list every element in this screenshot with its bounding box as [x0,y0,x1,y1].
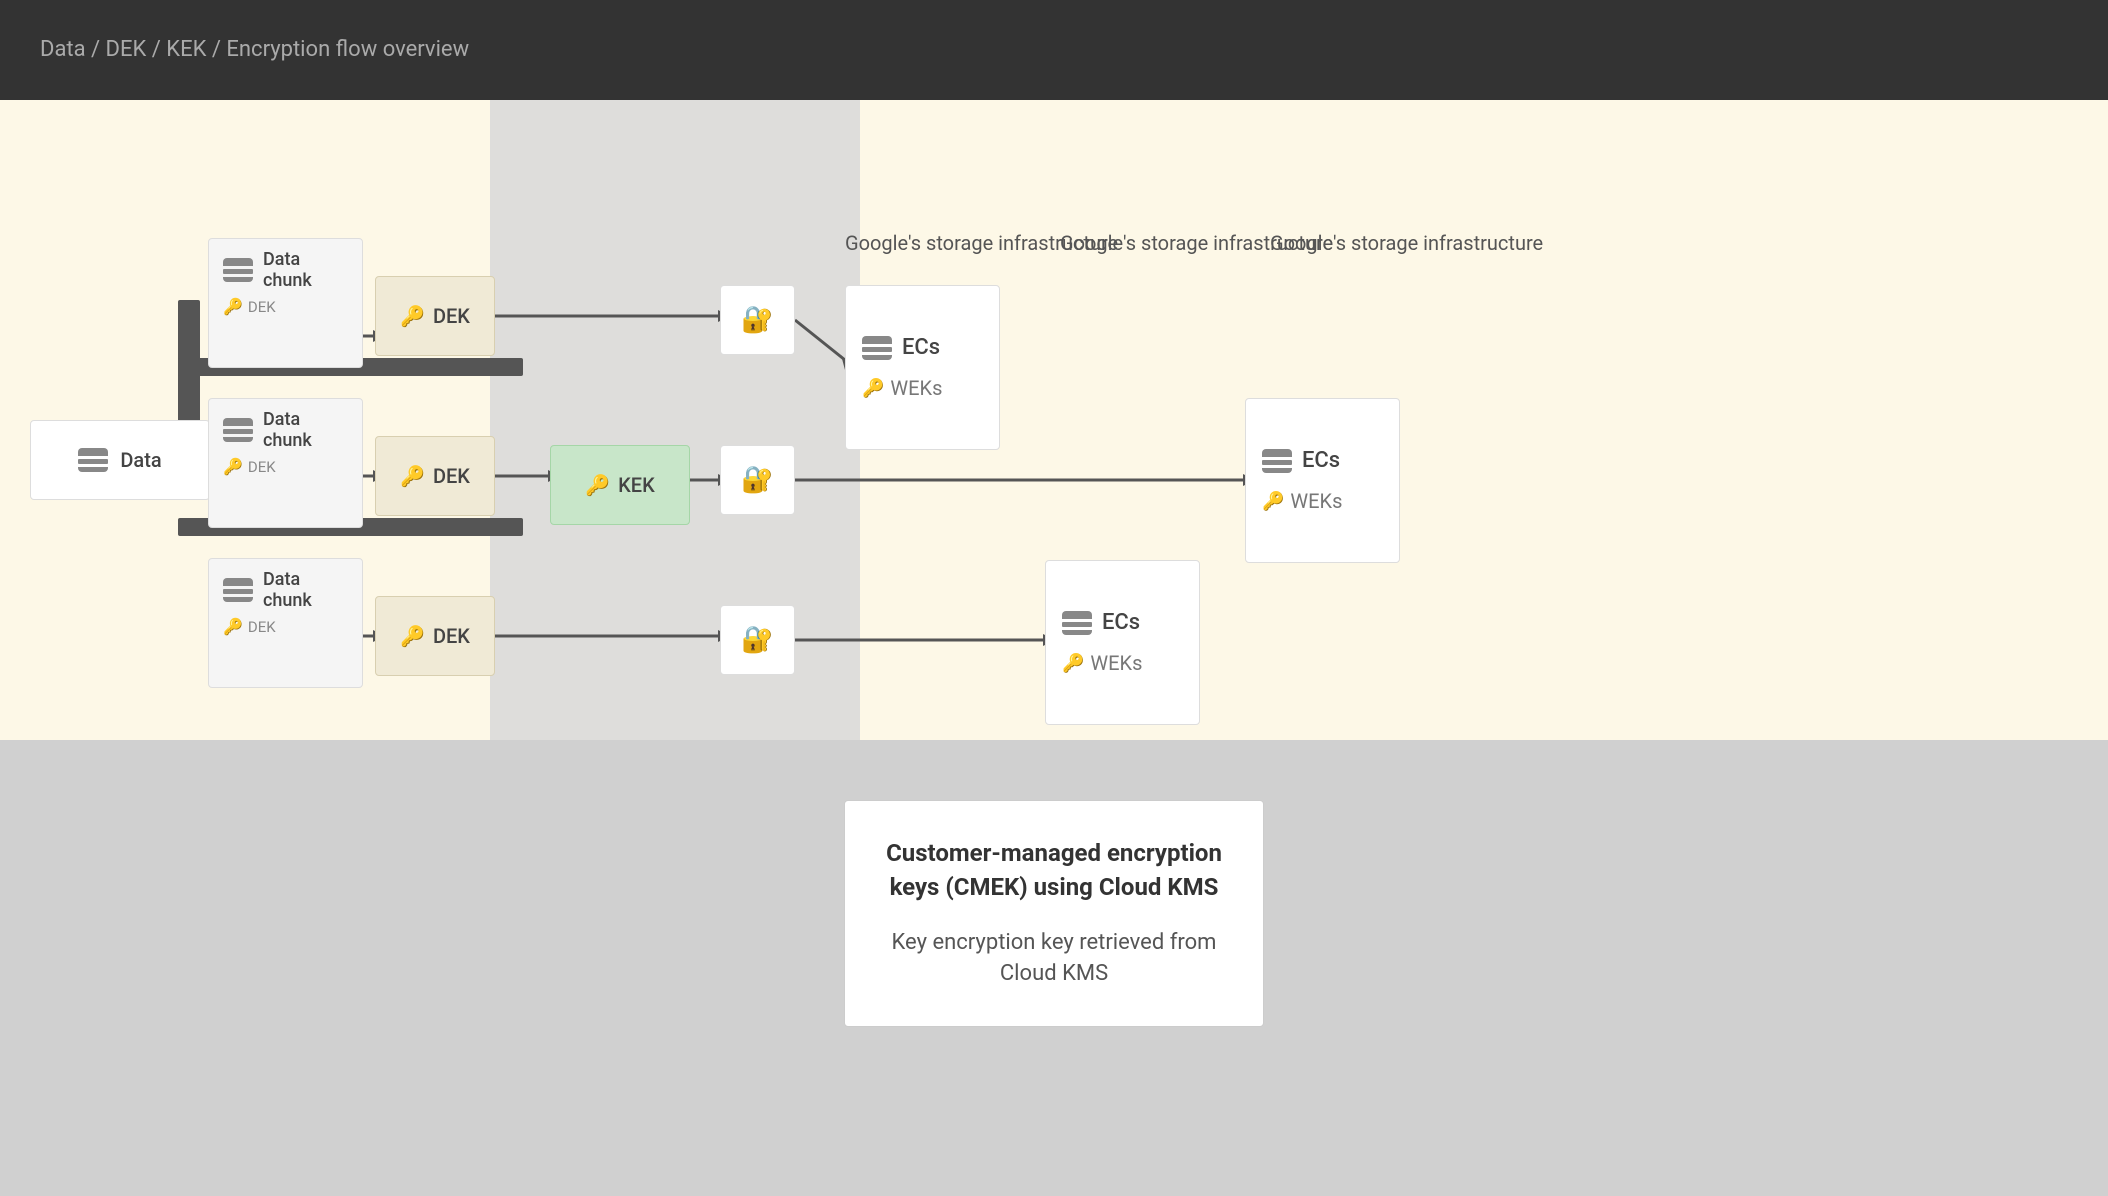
chunk1-db-icon [223,258,253,282]
storage1-key-icon: 🔑 [862,378,884,399]
data-chunk-1: Data chunk 🔑 DEK [208,238,363,368]
storage-box-1: ECs 🔑 WEKs [845,285,1000,450]
info-title: Customer-managed encryption keys (CMEK) … [885,837,1223,904]
chunk2-key-icon: 🔑 [223,457,243,476]
top-bar: Data / DEK / KEK / Encryption flow overv… [0,0,2108,100]
info-box: Customer-managed encryption keys (CMEK) … [844,800,1264,1027]
storage3-ecs: ECs [1062,610,1140,635]
kek-label: KEK [618,473,655,497]
storage3-db-icon [1062,611,1092,635]
dek1-key-icon: 🔑 [400,304,425,328]
ek3-icon: 🔐 [741,625,773,655]
storage1-ecs: ECs [862,335,940,360]
storage-box-2: ECs 🔑 WEKs [1245,398,1400,563]
data-db-icon [78,448,108,472]
chunk2-db-icon [223,418,253,442]
center-panel [490,100,860,740]
storage1-weks: 🔑 WEKs [862,376,942,400]
data-chunk-2: Data chunk 🔑 DEK [208,398,363,528]
enc-key-box-2: 🔐 [720,445,795,515]
chunk3-key-icon: 🔑 [223,617,243,636]
chunk3-db-icon [223,578,253,602]
storage2-db-icon [1262,449,1292,473]
chunk1-title: Data chunk [263,249,348,291]
chunk3-sub: 🔑 DEK [223,617,348,636]
data-chunk-3: Data chunk 🔑 DEK [208,558,363,688]
storage2-weks: 🔑 WEKs [1262,489,1342,513]
ek2-icon: 🔐 [741,465,773,495]
dek2-key-icon: 🔑 [400,464,425,488]
enc-key-box-3: 🔐 [720,605,795,675]
data-node-label: Data [120,448,161,472]
dek-box-3: 🔑 DEK [375,596,495,676]
kek-box: 🔑 KEK [550,445,690,525]
bottom-info-bar: Customer-managed encryption keys (CMEK) … [0,740,2108,1196]
storage-box-3: ECs 🔑 WEKs [1045,560,1200,725]
storage2-ecs: ECs [1262,448,1340,473]
main-diagram-area: Data Data chunk 🔑 DEK Data chunk 🔑 DEK [0,100,2108,740]
dek3-key-icon: 🔑 [400,624,425,648]
chunk2-title: Data chunk [263,409,348,451]
ek1-icon: 🔐 [741,305,773,335]
dek3-label: DEK [433,624,470,648]
chunk3-title: Data chunk [263,569,348,611]
dek2-label: DEK [433,464,470,488]
kek-key-icon: 🔑 [585,473,610,497]
enc-key-box-1: 🔐 [720,285,795,355]
info-description: Key encryption key retrieved from Cloud … [885,928,1223,990]
chunk1-key-icon: 🔑 [223,297,243,316]
dek-box-2: 🔑 DEK [375,436,495,516]
storage3-key-icon: 🔑 [1062,653,1084,674]
dek-box-1: 🔑 DEK [375,276,495,356]
storage3-weks: 🔑 WEKs [1062,651,1142,675]
data-node: Data [30,420,210,500]
storage2-key-icon: 🔑 [1262,491,1284,512]
storage1-db-icon [862,336,892,360]
chunk1-sub: 🔑 DEK [223,297,348,316]
gsi-label-3: Google's storage infrastructure [1270,230,1543,256]
dek1-label: DEK [433,304,470,328]
top-bar-text-1: Data / DEK / KEK / Encryption flow overv… [40,35,469,66]
chunk2-sub: 🔑 DEK [223,457,348,476]
